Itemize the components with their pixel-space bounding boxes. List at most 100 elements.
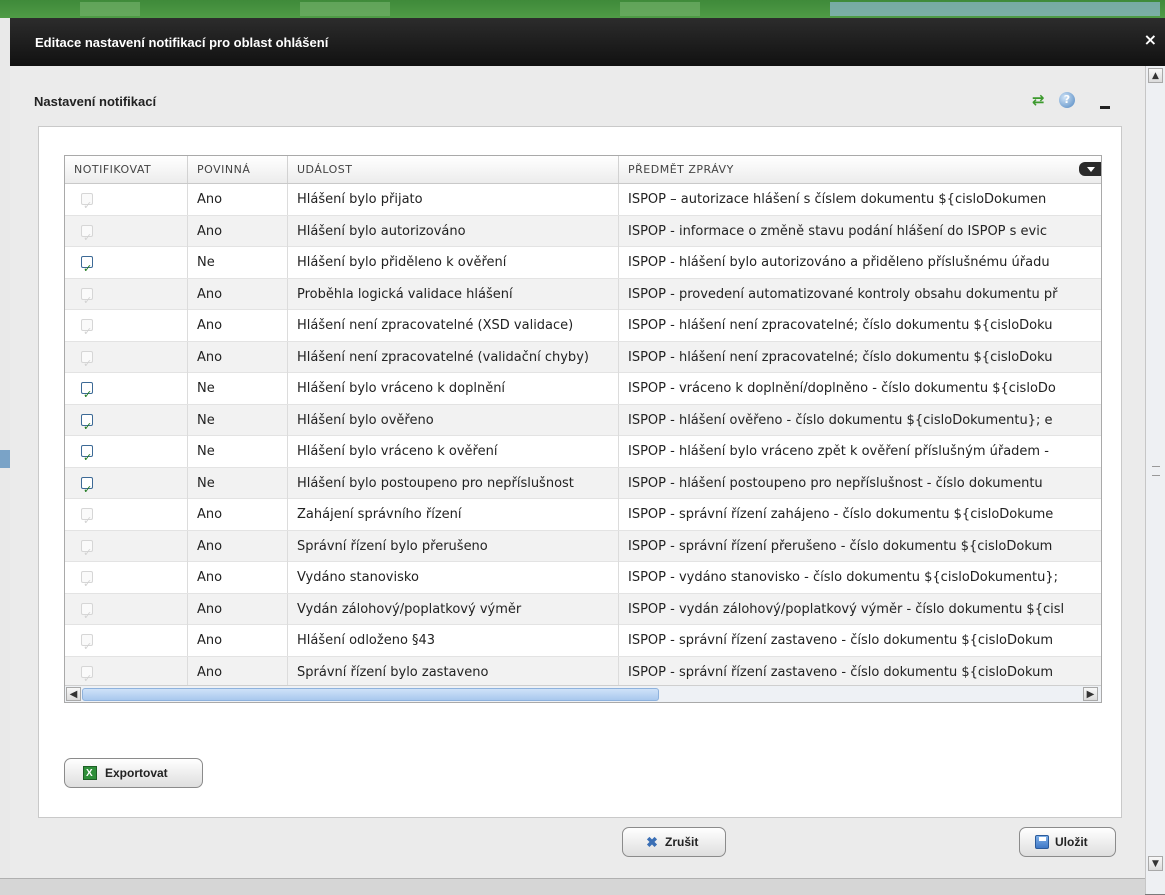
table-row[interactable]: NeHlášení bylo vráceno k ověření ISPOP - … bbox=[65, 436, 1101, 468]
event-cell: Hlášení bylo vráceno k doplnění bbox=[288, 373, 619, 404]
notifications-grid: NOTIFIKOVAT POVINNÁ UDÁLOST PŘEDMĚT ZPRÁ… bbox=[64, 155, 1102, 703]
table-row[interactable]: AnoProběhla logická validace hlášení ISPO… bbox=[65, 278, 1101, 310]
subject-cell: ISPOP - hlášení není zpracovatelné; čísl… bbox=[628, 349, 1053, 365]
notify-checkbox[interactable] bbox=[81, 568, 93, 593]
subject-cell: ISPOP - vráceno k doplnění/doplněno - čí… bbox=[628, 381, 1056, 396]
event-cell: Vydáno stanovisko bbox=[288, 562, 619, 593]
table-row[interactable]: AnoZahájení správního řízení ISPOP - sprá… bbox=[65, 499, 1101, 531]
table-row[interactable]: NeHlášení bylo vráceno k doplnění ISPOP -… bbox=[65, 373, 1101, 405]
notify-cell bbox=[65, 530, 188, 562]
notify-cell bbox=[65, 247, 188, 278]
notify-checkbox[interactable] bbox=[81, 222, 93, 247]
excel-icon bbox=[83, 760, 97, 788]
column-header-event[interactable]: UDÁLOST bbox=[288, 156, 619, 183]
notify-cell bbox=[65, 278, 188, 310]
event-cell: Hlášení bylo autorizováno bbox=[288, 215, 619, 247]
notify-checkbox[interactable] bbox=[81, 253, 93, 278]
minimize-icon[interactable] bbox=[1100, 106, 1110, 109]
notify-cell bbox=[65, 562, 188, 593]
table-row[interactable]: AnoVydán zálohový/poplatkový výměr ISPOP … bbox=[65, 593, 1101, 625]
scroll-up-icon[interactable]: ▲ bbox=[1148, 68, 1163, 83]
notify-cell bbox=[65, 310, 188, 341]
cancel-button[interactable]: ✖ Zrušit bbox=[622, 827, 726, 857]
notify-checkbox[interactable] bbox=[81, 505, 93, 530]
required-cell: Ne bbox=[188, 373, 288, 404]
table-row[interactable]: NeHlášení bylo postoupeno pro nepříslušn… bbox=[65, 467, 1101, 499]
table-row[interactable]: AnoHlášení není zpracovatelné (XSD valid… bbox=[65, 310, 1101, 342]
notify-checkbox[interactable] bbox=[81, 600, 93, 625]
event-cell: Hlášení není zpracovatelné (validační ch… bbox=[288, 341, 619, 373]
event-cell: Hlášení bylo vráceno k ověření bbox=[288, 436, 619, 467]
table-row[interactable]: NeHlášení bylo ověřeno ISPOP - hlášení ov… bbox=[65, 404, 1101, 436]
table-row[interactable]: AnoSprávní řízení bylo přerušeno ISPOP - … bbox=[65, 530, 1101, 562]
table-row[interactable]: AnoHlášení bylo přijato ISPOP – autorizac… bbox=[65, 184, 1101, 216]
notification-settings-dialog: Editace nastavení notifikací pro oblast … bbox=[10, 18, 1165, 894]
required-cell: Ano bbox=[188, 499, 288, 530]
refresh-icon[interactable]: ⇄ bbox=[1032, 92, 1048, 108]
event-cell: Proběhla logická validace hlášení bbox=[288, 278, 619, 310]
notify-cell bbox=[65, 373, 188, 404]
required-cell: Ano bbox=[188, 562, 288, 593]
notify-checkbox[interactable] bbox=[81, 442, 93, 467]
required-cell: Ano bbox=[188, 341, 288, 373]
notify-checkbox[interactable] bbox=[81, 190, 93, 215]
notify-cell bbox=[65, 656, 188, 688]
help-icon[interactable]: ? bbox=[1059, 92, 1075, 108]
event-cell: Hlášení bylo přiděleno k ověření bbox=[288, 247, 619, 278]
table-row[interactable]: AnoHlášení odloženo §43 ISPOP - správní ř… bbox=[65, 625, 1101, 657]
table-row[interactable]: AnoVydáno stanovisko ISPOP - vydáno stano… bbox=[65, 562, 1101, 594]
notify-checkbox[interactable] bbox=[81, 631, 93, 656]
scrollbar-grip-icon bbox=[1152, 466, 1160, 476]
export-button[interactable]: Exportovat bbox=[64, 758, 203, 788]
event-cell: Hlášení bylo postoupeno pro nepříslušnos… bbox=[288, 467, 619, 499]
notify-checkbox[interactable] bbox=[81, 474, 93, 499]
notify-cell bbox=[65, 215, 188, 247]
export-button-label: Exportovat bbox=[105, 766, 168, 780]
notify-checkbox[interactable] bbox=[81, 663, 93, 688]
event-cell: Hlášení není zpracovatelné (XSD validace… bbox=[288, 310, 619, 341]
page-vertical-scrollbar[interactable]: ▲ ▼ bbox=[1145, 66, 1165, 894]
subject-cell: ISPOP - správní řízení zahájeno - číslo … bbox=[628, 507, 1054, 522]
required-cell: Ano bbox=[188, 656, 288, 688]
notify-checkbox[interactable] bbox=[81, 379, 93, 404]
notify-cell bbox=[65, 436, 188, 467]
column-header-required[interactable]: POVINNÁ bbox=[188, 156, 288, 183]
notify-checkbox[interactable] bbox=[81, 316, 93, 341]
grid-header: NOTIFIKOVAT POVINNÁ UDÁLOST PŘEDMĚT ZPRÁ… bbox=[65, 156, 1101, 184]
event-cell: Vydán zálohový/poplatkový výměr bbox=[288, 593, 619, 625]
scroll-right-icon[interactable]: ▶ bbox=[1083, 687, 1098, 701]
required-cell: Ano bbox=[188, 530, 288, 562]
notify-checkbox[interactable] bbox=[81, 411, 93, 436]
column-menu-icon[interactable] bbox=[1079, 162, 1101, 176]
cancel-x-icon: ✖ bbox=[646, 834, 658, 850]
subject-cell: ISPOP - správní řízení zastaveno - číslo… bbox=[628, 664, 1054, 680]
notify-checkbox[interactable] bbox=[81, 537, 93, 562]
table-row[interactable]: AnoHlášení bylo autorizováno ISPOP - info… bbox=[65, 215, 1101, 247]
required-cell: Ne bbox=[188, 467, 288, 499]
subject-cell: ISPOP - vydáno stanovisko - číslo dokume… bbox=[628, 570, 1058, 585]
cancel-button-label: Zrušit bbox=[665, 835, 699, 849]
table-row[interactable]: AnoSprávní řízení bylo zastaveno ISPOP - … bbox=[65, 656, 1101, 688]
column-header-notify[interactable]: NOTIFIKOVAT bbox=[65, 156, 188, 183]
scroll-left-icon[interactable]: ◀ bbox=[66, 687, 81, 701]
subject-cell: ISPOP - správní řízení zastaveno - číslo… bbox=[628, 633, 1054, 648]
horizontal-scrollbar[interactable]: ◀ ▶ bbox=[65, 685, 1101, 702]
close-icon[interactable]: × bbox=[1144, 30, 1157, 49]
required-cell: Ano bbox=[188, 278, 288, 310]
table-row[interactable]: AnoHlášení není zpracovatelné (validační… bbox=[65, 341, 1101, 373]
save-button[interactable]: Uložit bbox=[1019, 827, 1116, 857]
background-app-header bbox=[0, 0, 1165, 18]
scroll-down-icon[interactable]: ▼ bbox=[1148, 856, 1163, 871]
notify-checkbox[interactable] bbox=[81, 285, 93, 310]
dialog-titlebar: Editace nastavení notifikací pro oblast … bbox=[10, 18, 1165, 66]
notify-checkbox[interactable] bbox=[81, 348, 93, 373]
save-disk-icon bbox=[1035, 835, 1049, 849]
notify-cell bbox=[65, 184, 188, 215]
notify-cell bbox=[65, 404, 188, 436]
notify-cell bbox=[65, 625, 188, 656]
scrollbar-thumb[interactable] bbox=[82, 688, 659, 701]
window-bottom-bar bbox=[0, 878, 1145, 895]
table-row[interactable]: NeHlášení bylo přiděleno k ověření ISPOP … bbox=[65, 247, 1101, 279]
subject-cell: ISPOP – autorizace hlášení s číslem doku… bbox=[628, 192, 1047, 207]
column-header-subject[interactable]: PŘEDMĚT ZPRÁVY bbox=[619, 156, 1101, 183]
